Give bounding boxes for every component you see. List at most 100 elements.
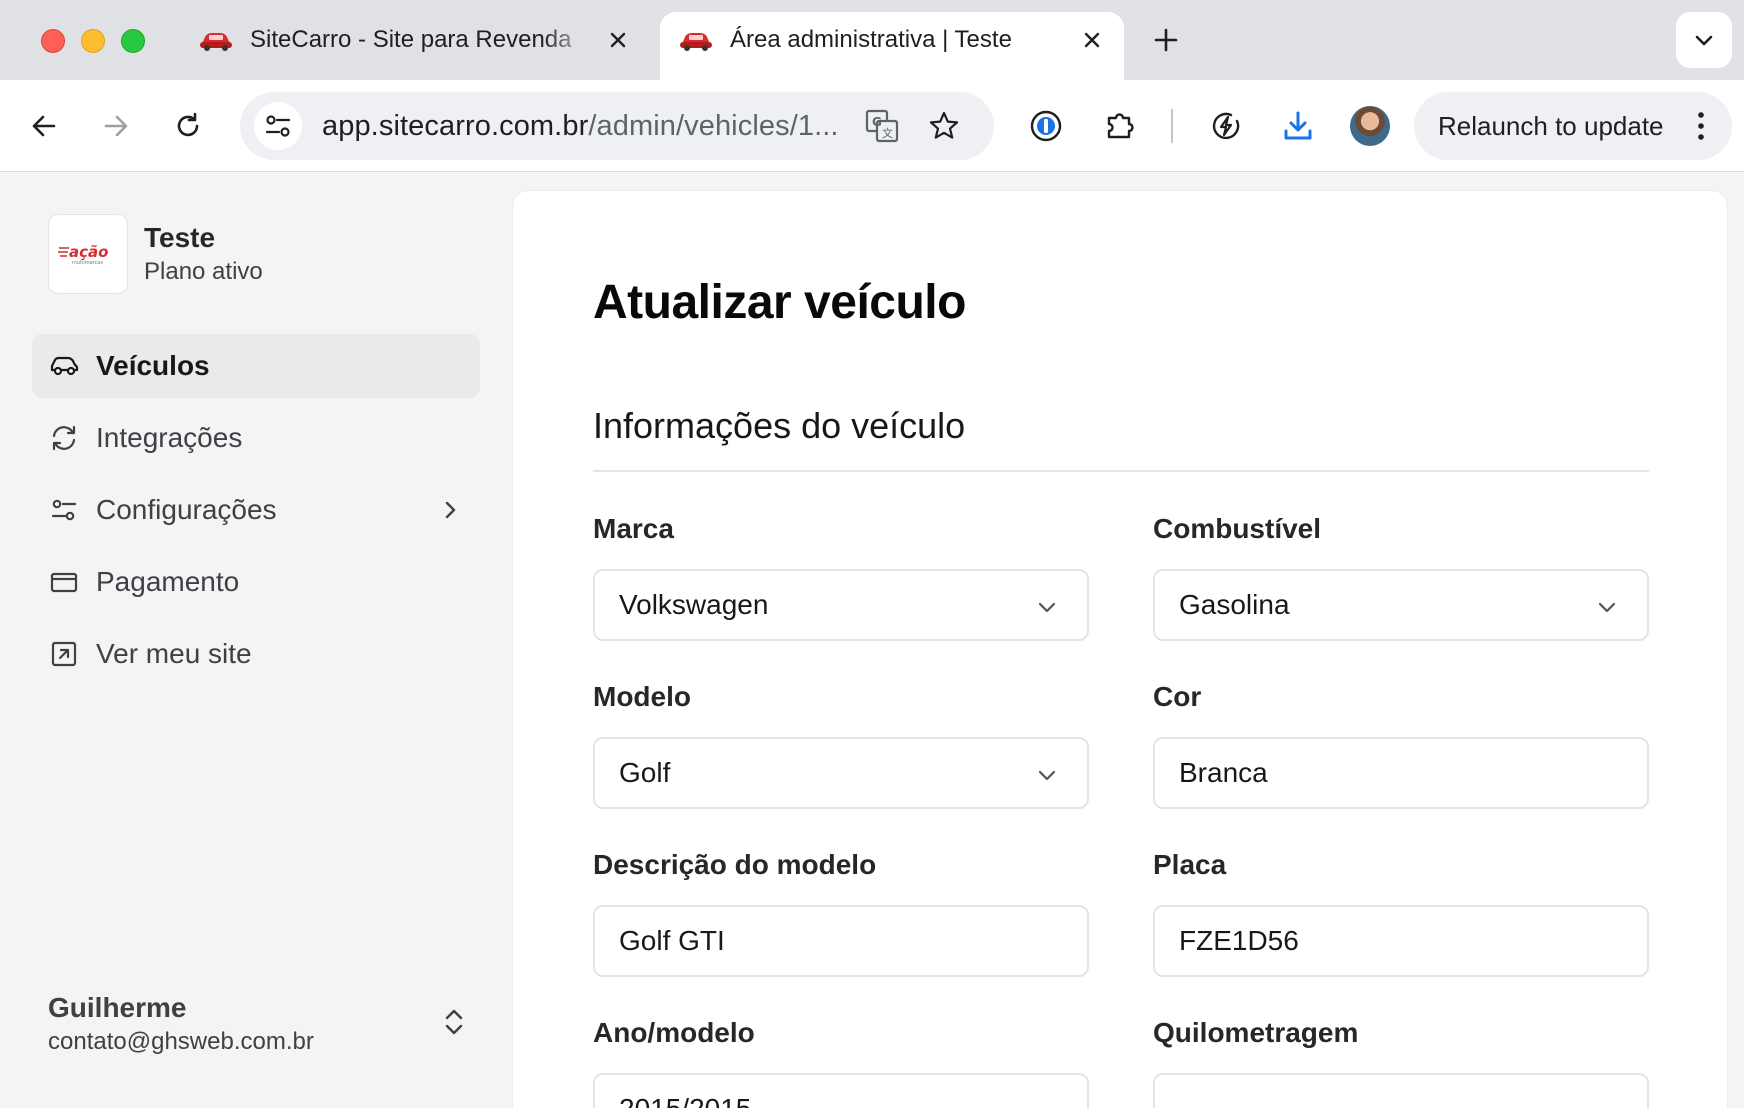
brand-logo-image: ação multimarcas [58, 243, 108, 266]
sidebar-item-integracoes[interactable]: Integrações [32, 406, 480, 470]
cor-input[interactable]: Branca [1153, 737, 1649, 809]
page-title: Atualizar veículo [593, 276, 966, 329]
section-title: Informações do veículo [593, 405, 966, 446]
site-info-button[interactable] [254, 102, 302, 150]
brand-name: Teste [144, 222, 216, 253]
sidebar-item-label: Integrações [96, 422, 243, 453]
lightning-circle-icon [1212, 112, 1240, 140]
url-host: app.sitecarro.com.br [322, 109, 589, 142]
reload-button[interactable] [168, 106, 208, 146]
relaunch-label: Relaunch to update [1438, 110, 1664, 141]
quilometragem-label: Quilometragem [1153, 1017, 1359, 1048]
close-icon[interactable] [1080, 28, 1104, 52]
tab-title: Área administrativa | Teste [730, 26, 1012, 53]
placa-input[interactable]: FZE1D56 [1153, 905, 1649, 977]
chevron-down-icon [1038, 602, 1056, 613]
credit-card-icon [48, 566, 80, 598]
url-text[interactable]: app.sitecarro.com.br/admin/vehicles/1... [322, 110, 852, 143]
tab-title: SiteCarro - Site para Revenda [250, 26, 572, 53]
main-card: Atualizar veículo Informações do veículo… [512, 190, 1728, 1108]
sidebar-item-pagamento[interactable]: Pagamento [32, 550, 480, 614]
bookmark-button[interactable] [926, 108, 962, 144]
sidebar-nav: Veículos Integrações Configurações Pagam… [32, 334, 480, 694]
download-icon [1284, 111, 1312, 140]
address-bar[interactable]: app.sitecarro.com.br/admin/vehicles/1...… [240, 92, 994, 160]
puzzle-icon [1107, 113, 1134, 139]
svg-text:G: G [872, 115, 882, 129]
tab-search-button[interactable] [1676, 12, 1732, 68]
maximize-window-button[interactable] [121, 29, 145, 53]
sidebar-item-ver-meu-site[interactable]: Ver meu site [32, 622, 480, 686]
close-icon[interactable] [606, 28, 630, 52]
downloads-button[interactable] [1278, 106, 1318, 146]
svg-text:文: 文 [882, 126, 893, 140]
sidebar-item-veiculos[interactable]: Veículos [32, 334, 480, 398]
performance-button[interactable] [1206, 106, 1246, 146]
tune-icon [265, 115, 291, 137]
more-vert-icon [1698, 112, 1704, 140]
ano-label: Ano/modelo [593, 1017, 755, 1048]
sidebar-item-configuracoes[interactable]: Configurações [32, 478, 480, 542]
sidebar-item-label: Veículos [96, 350, 210, 381]
car-favicon-icon [680, 33, 712, 51]
car-favicon-icon [200, 33, 232, 51]
close-window-button[interactable] [41, 29, 65, 53]
sidebar-item-label: Configurações [96, 494, 277, 525]
reload-icon [177, 112, 199, 137]
star-icon [929, 111, 959, 139]
browser-toolbar: app.sitecarro.com.br/admin/vehicles/1...… [0, 80, 1744, 172]
placa-label: Placa [1153, 849, 1227, 880]
chevron-right-icon [445, 501, 456, 519]
car-icon [48, 350, 80, 382]
minimize-window-button[interactable] [81, 29, 105, 53]
browser-tab-strip: SiteCarro - Site para Revenda Área admin… [0, 0, 1744, 80]
cor-value: Branca [1179, 757, 1268, 788]
relaunch-button[interactable]: Relaunch to update [1414, 92, 1732, 160]
user-email: contato@ghsweb.com.br [48, 1028, 314, 1055]
arrow-right-icon [104, 115, 128, 137]
extensions-button[interactable] [1100, 106, 1140, 146]
section-divider [593, 470, 1649, 472]
plan-status: Plano ativo [144, 258, 263, 285]
forward-button[interactable] [96, 106, 136, 146]
user-menu[interactable]: Guilherme contato@ghsweb.com.br [48, 992, 468, 1056]
marca-select[interactable]: Volkswagen [593, 569, 1089, 641]
browser-tab-sitecarro[interactable]: SiteCarro - Site para Revenda [180, 12, 650, 80]
chevron-down-icon [1598, 602, 1616, 613]
password-manager-extension[interactable] [1026, 106, 1066, 146]
placa-value: FZE1D56 [1179, 925, 1299, 956]
browser-tab-admin[interactable]: Área administrativa | Teste [660, 12, 1124, 80]
chevron-up-down-icon[interactable] [440, 1006, 468, 1038]
cor-label: Cor [1153, 681, 1202, 712]
chevron-down-icon [1695, 35, 1713, 46]
sidebar-item-label: Ver meu site [96, 638, 252, 669]
arrow-left-icon [32, 115, 56, 137]
svg-text:multimarcas: multimarcas [72, 260, 103, 266]
combustivel-label: Combustível [1153, 513, 1322, 544]
chevron-down-icon [1038, 770, 1056, 781]
modelo-value: Golf [619, 757, 671, 788]
toolbar-divider [1171, 109, 1173, 143]
new-tab-plus-icon[interactable] [1150, 24, 1182, 56]
descricao-input[interactable]: Golf GTI [593, 905, 1089, 977]
translate-button[interactable]: G文 [864, 108, 900, 144]
sidebar-item-label: Pagamento [96, 566, 240, 597]
profile-avatar[interactable] [1350, 106, 1390, 146]
descricao-value: Golf GTI [619, 925, 725, 956]
back-button[interactable] [24, 106, 64, 146]
svg-text:ação: ação [69, 243, 108, 261]
external-link-icon [48, 638, 80, 670]
modelo-label: Modelo [593, 681, 691, 712]
quilometragem-input[interactable] [1153, 1073, 1649, 1108]
combustivel-select[interactable]: Gasolina [1153, 569, 1649, 641]
modelo-select[interactable]: Golf [593, 737, 1089, 809]
password-manager-icon [1030, 110, 1062, 142]
user-name: Guilherme [48, 992, 187, 1023]
sidebar: ação multimarcas Teste Plano ativo Veícu… [0, 172, 512, 1108]
refresh-icon [48, 422, 80, 454]
combustivel-value: Gasolina [1179, 589, 1290, 620]
marca-label: Marca [593, 513, 674, 544]
descricao-label: Descrição do modelo [593, 849, 877, 880]
marca-value: Volkswagen [619, 589, 769, 620]
ano-input[interactable]: 2015/2015 [593, 1073, 1089, 1108]
